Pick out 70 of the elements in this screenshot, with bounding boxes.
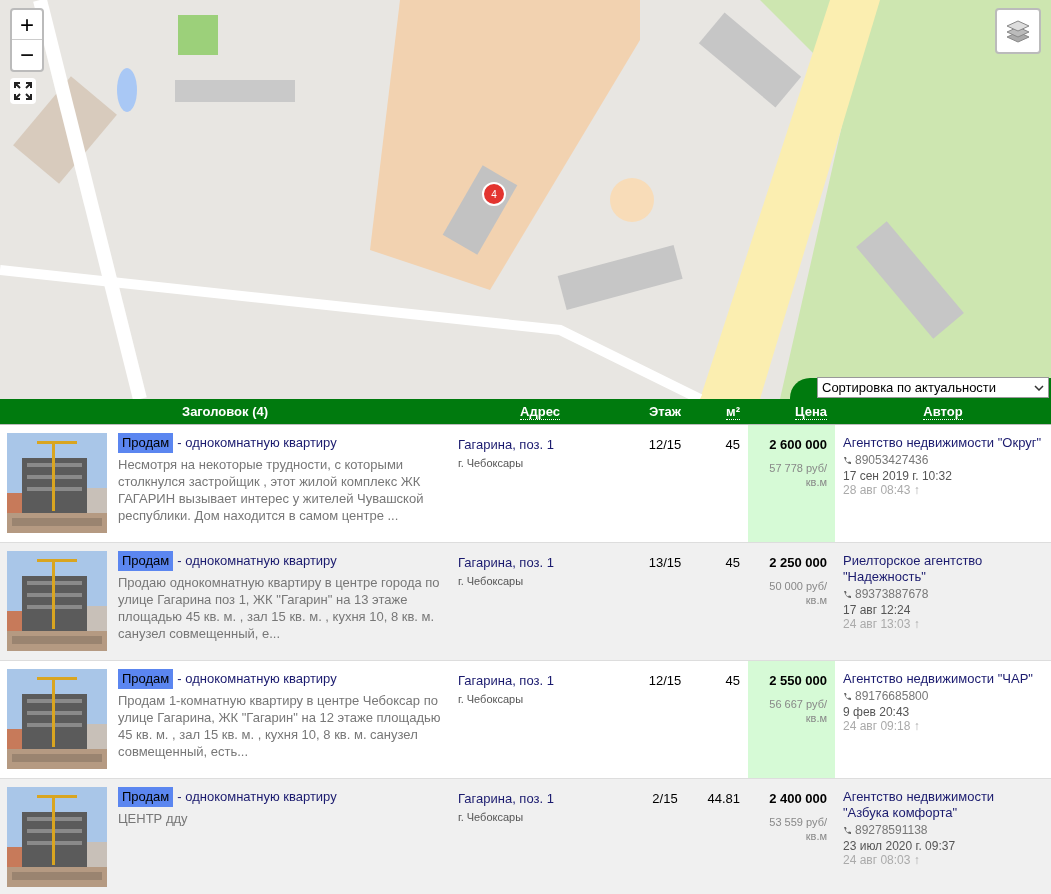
deal-tag[interactable]: Продам <box>118 787 174 807</box>
price-text: 2 550 000 <box>768 672 827 690</box>
posted-date: 17 сен 2019 г. 10:32 <box>843 469 953 483</box>
area-text: 44.81 <box>707 791 740 806</box>
area-text: 45 <box>725 437 740 452</box>
listing-description: Продам 1-комнатную квартиру в центре Чебоксар по улице Гагарина, ЖК "Гагарин" на 12 этаже площадью 45 кв. м. , зал 15 кв. м. , кухня 10, 8 кв. м. санузел совмещенный, есть... <box>118 691 442 760</box>
author-link[interactable]: Агентство недвижимости "Округ" <box>843 435 1043 451</box>
address-link[interactable]: Гагарина, поз. 1 <box>458 789 630 809</box>
city-text: г. Чебоксары <box>458 573 525 589</box>
column-header: Этаж <box>648 403 682 419</box>
listing-title[interactable]: - однокомнатную квартиру <box>177 551 337 571</box>
price-text: 2 600 000 <box>768 436 827 454</box>
area-text: 45 <box>725 555 740 570</box>
column-header[interactable]: Цена <box>795 403 827 420</box>
phone-icon <box>843 691 851 701</box>
deal-tag[interactable]: Продам <box>118 551 174 571</box>
floor-text: 12/15 <box>648 673 682 688</box>
updated-date: 24 авг 08:03 ↑ <box>843 853 921 867</box>
city-text: г. Чебоксары <box>458 809 525 825</box>
floor-text: 13/15 <box>648 555 682 570</box>
posted-date: 23 июл 2020 г. 09:37 <box>843 839 957 853</box>
author-link[interactable]: Риелторское агентство "Надежность" <box>843 553 1043 585</box>
posted-date: 9 фев 20:43 <box>843 705 911 719</box>
floor-text: 12/15 <box>648 437 682 452</box>
city-text: г. Чебоксары <box>458 455 525 471</box>
updated-date: 24 авг 09:18 ↑ <box>843 719 921 733</box>
author-link[interactable]: Агентство недвижимости "Азбука комфорта" <box>843 789 1043 821</box>
phone-number: 89053427436 <box>855 452 929 469</box>
phone-icon <box>843 825 851 835</box>
price-text: 2 250 000 <box>768 554 827 572</box>
listing-description: Несмотря на некоторые трудности, с которыми столкнулся застройщик , этот жилой комплекс ЖК ГАГАРИН вызывает интерес у жителей Чувашской республики. Дом находится в самом центре ... <box>118 455 425 524</box>
deal-tag[interactable]: Продам <box>118 433 174 453</box>
floor-text: 2/15 <box>652 791 678 806</box>
price-text: 2 400 000 <box>768 790 827 808</box>
address-link[interactable]: Гагарина, поз. 1 <box>458 671 630 691</box>
listing-title[interactable]: - однокомнатную квартиру <box>177 669 337 689</box>
column-header[interactable]: м² <box>726 403 740 420</box>
phone-number: 89278591138 <box>855 822 928 839</box>
listing-title[interactable]: - однокомнатную квартиру <box>177 787 337 807</box>
column-header[interactable]: Адрес <box>520 403 560 420</box>
expand-icon <box>14 82 32 100</box>
address-link[interactable]: Гагарина, поз. 1 <box>458 553 630 573</box>
author-link[interactable]: Агентство недвижимости "ЧАР" <box>843 671 1043 687</box>
zoom-in-button[interactable]: + <box>12 10 42 40</box>
phone-number: 89373887678 <box>855 586 929 603</box>
phone-number: 89176685800 <box>855 688 929 705</box>
area-text: 45 <box>725 673 740 688</box>
price-per-meter: 57 778 руб/ кв.м <box>768 460 827 489</box>
price-per-meter: 53 559 руб/ кв.м <box>768 814 827 843</box>
posted-date: 17 авг 12:24 <box>843 603 912 617</box>
fullscreen-button[interactable] <box>10 78 36 104</box>
layers-icon <box>1005 18 1031 44</box>
layers-button[interactable] <box>995 8 1041 54</box>
chevron-down-icon <box>1034 384 1044 391</box>
price-per-meter: 50 000 руб/ кв.м <box>768 578 827 607</box>
city-text: г. Чебоксары <box>458 691 525 707</box>
sort-dropdown[interactable]: Сортировка по актуальности <box>817 377 1049 398</box>
phone-icon <box>843 589 851 599</box>
address-link[interactable]: Гагарина, поз. 1 <box>458 435 630 455</box>
listing-title[interactable]: - однокомнатную квартиру <box>177 433 337 453</box>
updated-date: 28 авг 08:43 ↑ <box>843 483 921 497</box>
column-header: Заголовок (4) <box>182 403 268 419</box>
listing-description: ЦЕНТР дду <box>118 809 189 827</box>
deal-tag[interactable]: Продам <box>118 669 174 689</box>
listing-description: Продаю однокомнатную квартиру в центре города по улице Гагарина поз 1, ЖК "Гагарин" на 13 этаже площадью 45 кв. м. , зал 15 кв. м. , кухня 10, 8 кв. м. санузел совмещенный, е... <box>118 573 441 642</box>
column-header[interactable]: Автор <box>923 403 963 420</box>
phone-icon <box>843 455 851 465</box>
updated-date: 24 авг 13:03 ↑ <box>843 617 921 631</box>
zoom-out-button[interactable]: − <box>12 40 42 70</box>
price-per-meter: 56 667 руб/ кв.м <box>768 696 827 725</box>
